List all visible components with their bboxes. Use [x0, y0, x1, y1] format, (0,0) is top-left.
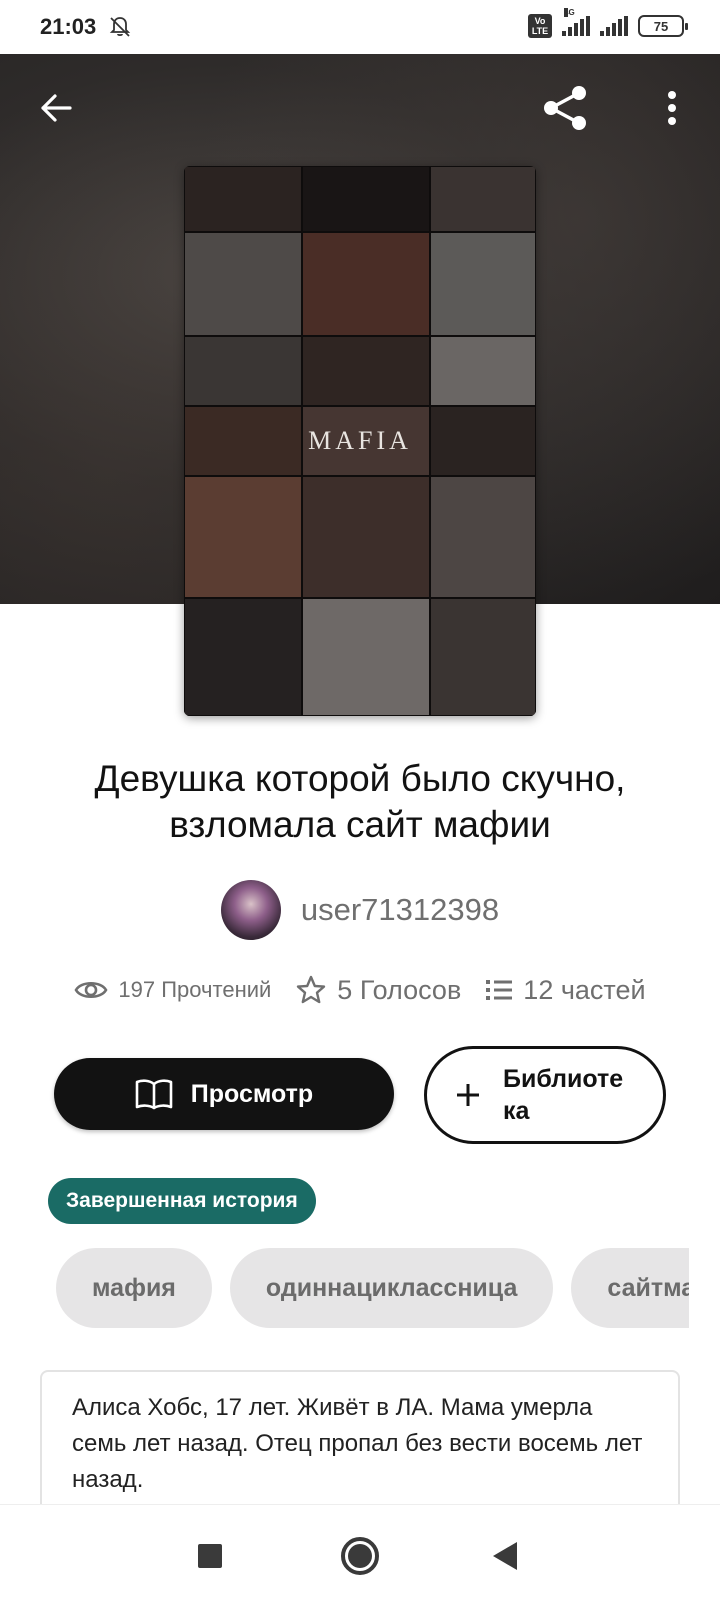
cover-title-text: MAFIA: [308, 426, 412, 455]
book-open-icon: [135, 1079, 173, 1110]
tag-chip[interactable]: сайтмафии: [571, 1248, 689, 1328]
reads-stat: 197 Прочтений: [74, 977, 271, 1003]
arrow-left-icon: [41, 94, 72, 122]
list-icon: [486, 980, 513, 1000]
signal-icon-1: 4G: [562, 8, 590, 36]
story-description[interactable]: Алиса Хобс, 17 лет. Живёт в ЛА. Мама уме…: [40, 1370, 680, 1510]
network-type: 4G: [564, 8, 575, 17]
avatar[interactable]: [220, 880, 281, 940]
parts-stat: 12 частей: [485, 974, 646, 1006]
tag-chip[interactable]: мафия: [56, 1248, 212, 1328]
system-nav-bar: [0, 1504, 720, 1600]
bell-off-icon: [110, 17, 131, 37]
status-icons: Vo LTE 4G 75: [528, 8, 688, 38]
tag-chip[interactable]: одиннациклассница: [229, 1248, 554, 1328]
status-badge: Завершенная история: [48, 1178, 316, 1224]
more-vertical-icon: [668, 91, 676, 125]
author-link[interactable]: user71312398: [0, 880, 720, 940]
read-button[interactable]: Просмотр: [54, 1058, 394, 1130]
recents-icon[interactable]: [198, 1544, 222, 1568]
back-triangle-icon[interactable]: [493, 1542, 517, 1570]
eye-icon: [74, 981, 108, 999]
more-options-button[interactable]: [650, 84, 694, 132]
read-button-label: Просмотр: [190, 1079, 314, 1108]
back-button[interactable]: [34, 86, 78, 130]
battery-icon: 75: [638, 15, 688, 37]
home-icon[interactable]: [341, 1537, 379, 1575]
parts-count: 12 частей: [523, 974, 646, 1005]
signal-icon-2: [600, 16, 628, 36]
volte-icon: Vo LTE: [528, 14, 552, 38]
reads-count: 197 Прочтений: [118, 977, 272, 1002]
story-title: Девушка которой было скучно, взломала са…: [94, 758, 626, 845]
add-to-library-button[interactable]: Библиотека: [424, 1046, 666, 1144]
share-icon: [544, 86, 586, 130]
status-time: 21:03: [40, 14, 97, 39]
status-bar: 21:03 Vo LTE 4G 75: [0, 0, 720, 54]
plus-icon: [457, 1084, 479, 1106]
story-stats: 197 Прочтений 5 Голосов 12 частей: [0, 974, 720, 1006]
library-button-label: Библиотека: [503, 1065, 624, 1125]
book-cover[interactable]: MAFIA: [184, 166, 536, 716]
star-icon: [297, 975, 326, 1004]
votes-count: 5 Голосов: [337, 974, 462, 1005]
author-name[interactable]: user71312398: [301, 892, 499, 928]
share-button[interactable]: [540, 82, 592, 134]
tag-list[interactable]: мафия одиннациклассница сайтмафии: [56, 1248, 689, 1328]
votes-stat: 5 Голосов: [295, 974, 461, 1006]
